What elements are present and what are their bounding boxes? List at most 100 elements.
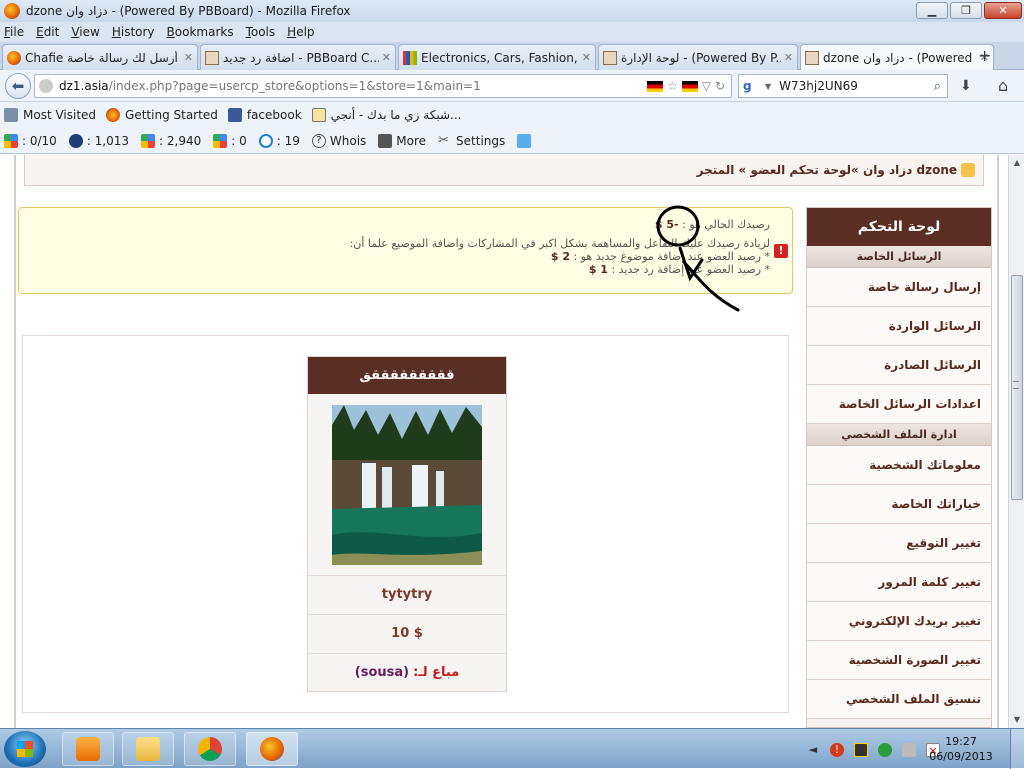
sidebar-item-avatar[interactable]: تغيير الصورة الشخصية (807, 641, 991, 680)
menu-bookmarks[interactable]: Bookmarks (167, 25, 234, 39)
folder-icon (136, 737, 160, 761)
sidebar-item-signature[interactable]: تغيير التوقيع (807, 524, 991, 563)
tab-ebay[interactable]: Electronics, Cars, Fashion, C... ✕ (398, 44, 596, 70)
scroll-up-icon[interactable]: ▲ (1010, 155, 1024, 171)
warning-icon[interactable]: ! (830, 743, 844, 757)
windows-logo-icon (17, 741, 33, 757)
bookmark-getting-started[interactable]: Getting Started (106, 108, 218, 122)
bookmark-arabic-site[interactable]: شبكة زي ما بدك - أنجي... (311, 108, 461, 122)
product-sold-to: مباع لـ: (sousa) (308, 653, 506, 691)
minimize-button[interactable]: ▁ (916, 2, 948, 19)
wr-icon (378, 133, 393, 148)
menu-view[interactable]: View (71, 25, 99, 39)
toolbar-google-index[interactable]: : 2,940 (141, 133, 201, 148)
page-border-left (14, 155, 16, 728)
menu-tools[interactable]: Tools (246, 25, 276, 39)
tab-close-icon[interactable]: ✕ (582, 51, 591, 64)
search-box[interactable]: g ▼ W73hj2UN69 ⌕ (738, 74, 948, 98)
menu-help[interactable]: Help (287, 25, 314, 39)
taskbar-chrome[interactable] (184, 732, 236, 766)
firefox-icon (106, 108, 121, 122)
bookmarks-toolbar: Most Visited Getting Started facebook شب… (0, 102, 1024, 128)
downloads-icon[interactable]: ⬇ (960, 78, 972, 94)
tab-close-icon[interactable]: ✕ (784, 51, 793, 64)
dropdown-arrow-icon[interactable]: ▽ (702, 79, 711, 93)
taskbar-media-player[interactable] (62, 732, 114, 766)
volume-icon[interactable]: ◄ (806, 743, 820, 757)
tab-dzone-active[interactable]: dzone دزاد وان - (Powered B... ✕ (800, 44, 994, 70)
search-engine-dropdown-icon[interactable]: ▼ (765, 82, 771, 91)
menu-file[interactable]: File (4, 25, 24, 39)
sidebar-item-sent[interactable]: الرسائل الصادرة (807, 346, 991, 385)
scroll-down-icon[interactable]: ▼ (1010, 712, 1024, 728)
ebay-icon (403, 50, 417, 65)
sidebar-item-send-message[interactable]: إرسال رسالة خاصة (807, 268, 991, 307)
toolbar-settings[interactable]: ✂ Settings (438, 132, 505, 148)
menu-edit[interactable]: Edit (36, 25, 59, 39)
german-flag-icon[interactable] (646, 80, 663, 92)
sidebar-item-message-settings[interactable]: اعدادات الرسائل الخاصة (807, 385, 991, 424)
tab-close-icon[interactable]: ✕ (184, 51, 193, 64)
search-icon[interactable]: ⌕ (934, 79, 941, 94)
back-arrow-icon: ⬅ (11, 76, 25, 95)
toolbar-google-links[interactable]: : 0 (213, 133, 247, 148)
toolbar-alexa[interactable]: : 1,013 (68, 133, 129, 148)
monitor-icon[interactable] (902, 743, 916, 757)
product-title: قققققققققق (308, 357, 506, 394)
navigation-bar: ⬅ dz1.asia/index.php?page=usercp_store&o… (0, 70, 1024, 102)
url-bar[interactable]: dz1.asia/index.php?page=usercp_store&opt… (34, 74, 732, 98)
menu-history[interactable]: History (112, 25, 155, 39)
product-image[interactable] (332, 405, 482, 565)
sold-buyer[interactable]: (sousa) (355, 665, 409, 680)
facebook-icon (227, 108, 242, 122)
settings-tools-icon: ✂ (438, 132, 449, 148)
product-name: tytytry (308, 575, 506, 613)
toolbar-more[interactable]: More (378, 133, 426, 148)
toolbar-twitter[interactable] (517, 133, 535, 148)
tab-admin[interactable]: لوحة الإدارة - (Powered By P... ✕ (598, 44, 798, 70)
hand-drawn-annotation (656, 205, 740, 312)
restore-button[interactable]: ❐ (950, 2, 982, 19)
network-icon[interactable] (878, 743, 892, 757)
clock[interactable]: 19:27 06/09/2013 (926, 734, 996, 764)
sidebar-item-personal-info[interactable]: معلوماتك الشخصية (807, 446, 991, 485)
bing-icon (258, 133, 273, 148)
toolbar-pagerank[interactable]: : 0/10 (4, 133, 57, 148)
taskbar-firefox[interactable] (246, 732, 298, 766)
close-button[interactable]: ✕ (984, 2, 1022, 19)
german-flag-icon[interactable] (681, 80, 698, 92)
tab-close-icon[interactable]: ✕ (382, 51, 391, 64)
taskbar-explorer[interactable] (122, 732, 174, 766)
start-button[interactable] (4, 731, 46, 767)
reload-icon[interactable]: ↻ (715, 79, 725, 93)
media-player-icon (76, 737, 100, 761)
tab-private-message[interactable]: Chafie أرسل لك رسالة خاصة ✕ (2, 44, 198, 70)
site-identity-icon[interactable] (39, 79, 53, 93)
sidebar-title: لوحة التحكم (807, 208, 991, 246)
new-tab-button[interactable]: + (978, 46, 991, 65)
google-icon[interactable]: g (743, 79, 765, 93)
control-panel-sidebar: لوحة التحكم الرسائل الخاصة إرسال رسالة خ… (806, 207, 992, 728)
vertical-scrollbar[interactable]: ▲ ▼ (1008, 155, 1024, 728)
clock-time: 19:27 (945, 735, 977, 748)
bookmark-most-visited[interactable]: Most Visited (4, 108, 96, 122)
windows-taskbar: ◄ ! × 19:27 06/09/2013 (0, 728, 1024, 769)
twitter-icon (517, 133, 532, 148)
sidebar-item-password[interactable]: تغيير كلمة المرور (807, 563, 991, 602)
sidebar-item-email[interactable]: تغيير بريدك الإلكتروني (807, 602, 991, 641)
show-desktop-button[interactable] (1010, 729, 1024, 769)
action-center-icon[interactable] (854, 743, 868, 757)
firefox-icon (7, 50, 21, 65)
bookmark-star-icon[interactable]: ☆ (667, 79, 678, 93)
back-button[interactable]: ⬅ (5, 72, 31, 99)
toolbar-whois[interactable]: ? Whois (311, 133, 366, 148)
sidebar-item-options[interactable]: خياراتك الخاصة (807, 485, 991, 524)
toolbar-bing-index[interactable]: : 19 (258, 133, 300, 148)
breadcrumb-text[interactable]: dzone دزاد وان »لوحة تحكم العضو » المتجر (697, 163, 957, 177)
sidebar-item-profile-style[interactable]: تنسيق الملف الشخصي (807, 680, 991, 719)
sidebar-item-inbox[interactable]: الرسائل الواردة (807, 307, 991, 346)
tab-reply[interactable]: اضافة رد جديد - PBBoard C... ✕ (200, 44, 396, 70)
home-icon[interactable]: ⌂ (998, 76, 1008, 95)
product-card: قققققققققق tytytry 10 $ مباع لـ: (sousa) (307, 356, 507, 692)
bookmark-facebook[interactable]: facebook (227, 108, 302, 122)
